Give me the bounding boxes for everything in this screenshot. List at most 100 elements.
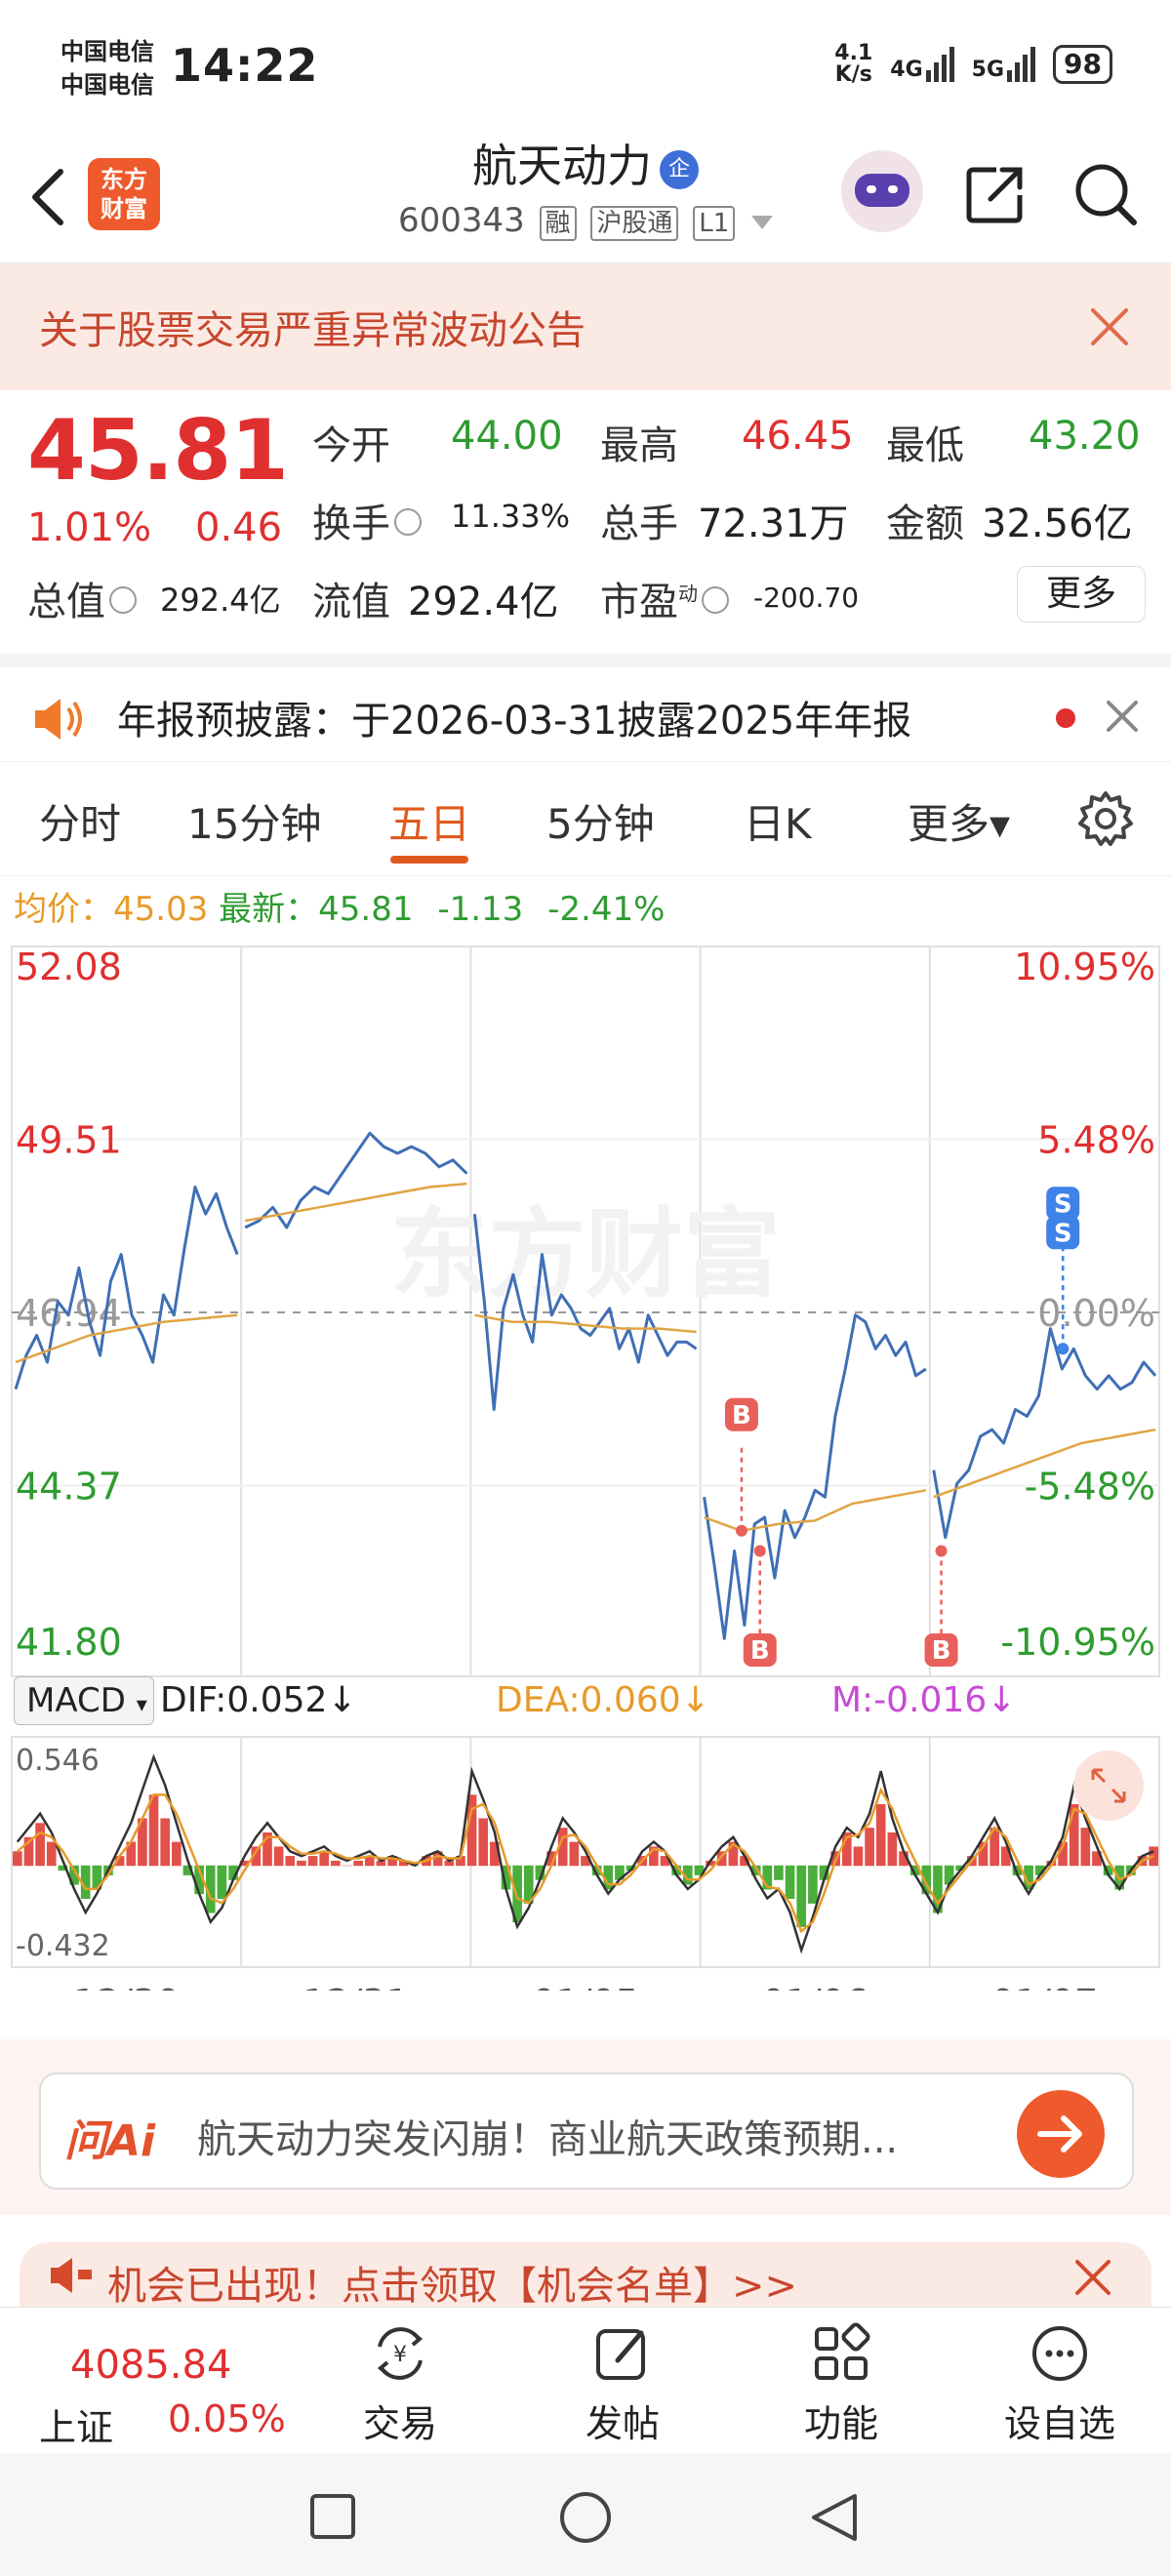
macd-bar <box>569 1841 580 1867</box>
recent-apps-icon[interactable] <box>308 2492 357 2541</box>
macd-bar <box>466 1794 477 1867</box>
notice-banner[interactable]: 关于股票交易严重异常波动公告 <box>0 263 1171 390</box>
chart-canvas[interactable]: 东方财富52.0849.5146.9444.3741.8010.95%5.48%… <box>0 937 1171 1991</box>
chart-tabs: 分时 15分钟 五日 5分钟 日K 更多▾ <box>0 761 1171 876</box>
status-bar: 中国电信 中国电信 14:22 4.1 K/s 4G 5G 98 <box>0 0 1171 137</box>
tab-five-day[interactable]: 五日 <box>388 791 470 851</box>
macd-min-label: -0.432 <box>16 1929 110 1963</box>
home-icon[interactable] <box>558 2490 613 2545</box>
unread-dot <box>1056 708 1075 728</box>
y-tick-label-pct: 5.48% <box>1037 1119 1155 1162</box>
macd-bar <box>217 1865 227 1900</box>
enterprise-badge: 企 <box>660 149 699 189</box>
avg-value: 45.03 <box>113 890 209 929</box>
float-label: 流值 <box>312 580 390 624</box>
macd-bar <box>13 1851 22 1867</box>
close-icon[interactable] <box>1071 2256 1114 2299</box>
y-tick-label-pct: -10.95% <box>1000 1621 1155 1664</box>
macd-bar <box>331 1860 341 1867</box>
active-tab-indicator <box>390 856 468 864</box>
marker-dot <box>753 1545 766 1557</box>
macd-bar <box>46 1841 57 1867</box>
close-icon[interactable] <box>1103 697 1142 736</box>
stock-header: 东方 财富 航天动力企 600343 融 沪股通 L1 <box>0 137 1171 263</box>
nav-label: 设自选 <box>1003 2402 1115 2445</box>
open-label: 今开 <box>312 423 390 468</box>
tab-daily-k[interactable]: 日K <box>744 791 812 851</box>
index-pct: 0.05% <box>168 2397 286 2440</box>
ai-section: 问Ai 航天动力突发闪崩！商业航天政策预期... <box>0 2039 1171 2215</box>
macd-bar <box>285 1856 296 1867</box>
more-button[interactable]: 更多 <box>1017 566 1146 623</box>
nav-label: 交易 <box>362 2402 437 2445</box>
avg-price-line <box>704 1489 927 1533</box>
ai-prompt-text[interactable]: 航天动力突发闪崩！商业航天政策预期... <box>197 2108 898 2164</box>
macd-bar <box>342 1865 352 1867</box>
trade-icon: ¥ <box>377 2327 424 2380</box>
amount-label: 金额 <box>886 502 964 546</box>
index-value: 4085.84 <box>70 2343 232 2388</box>
info-icon[interactable] <box>109 586 137 614</box>
tag-margin: 融 <box>539 206 577 241</box>
macd-bar <box>35 1823 45 1867</box>
latest-label: 最新： <box>219 890 319 929</box>
notice-text[interactable]: 关于股票交易严重异常波动公告 <box>39 299 586 355</box>
close-icon[interactable] <box>1085 302 1134 351</box>
y-tick-label: 52.08 <box>16 946 122 988</box>
macd-bar <box>808 1865 818 1904</box>
report-text[interactable]: 年报预披露：于2026-03-31披露2025年年报 <box>117 689 911 745</box>
signal-4g-icon: 4G <box>890 47 954 82</box>
x-tick-label: 01/07 <box>991 1982 1099 1991</box>
ai-question-bar[interactable]: 问Ai 航天动力突发闪崩！商业航天政策预期... <box>39 2073 1134 2190</box>
tab-5min[interactable]: 5分钟 <box>546 791 655 851</box>
macd-bar <box>478 1818 489 1867</box>
clock: 14:22 <box>171 39 319 92</box>
arrow-right-icon <box>1037 2115 1082 2153</box>
ai-assistant-avatar[interactable] <box>841 150 923 232</box>
system-nav-bar <box>0 2453 1171 2576</box>
macd-bar <box>172 1841 182 1867</box>
quote-panel: 45.81 1.01% 0.46 今开 44.00 最高 46.45 最低 43… <box>0 390 1171 644</box>
five-day-chart[interactable]: 东方财富 52.08 49.51 46.94 44.37 41.80 10.95% 5.48%… <box>0 937 1171 1991</box>
info-icon[interactable] <box>394 508 422 536</box>
volume-value: 72.31万 <box>698 502 849 546</box>
ai-go-button[interactable] <box>1017 2090 1105 2178</box>
search-icon[interactable] <box>1071 160 1140 228</box>
nav-functions[interactable]: 功能 <box>763 2321 919 2447</box>
nav-add-watchlist[interactable]: 设自选 <box>982 2321 1138 2447</box>
battery-icon: 98 <box>1053 45 1112 84</box>
marker-dot <box>1057 1343 1070 1355</box>
promo-banner[interactable]: 机会已出现！点击领取【机会名单】>> <box>20 2242 1151 2309</box>
carrier-label: 中国电信 中国电信 <box>61 38 154 99</box>
nav-post[interactable]: 发帖 <box>545 2321 701 2447</box>
status-icons: 4.1 K/s 4G 5G 98 <box>834 43 1112 86</box>
macd-bar <box>785 1865 795 1900</box>
macd-bar <box>353 1860 363 1867</box>
share-icon[interactable] <box>961 160 1030 228</box>
bottom-nav: 4085.84 上证 0.05% ¥ 交易 发帖 功能 设自选 <box>0 2307 1171 2453</box>
macd-selector[interactable]: MACD ▾ <box>14 1676 154 1725</box>
tab-15min[interactable]: 15分钟 <box>187 791 321 851</box>
info-icon[interactable] <box>702 586 729 614</box>
price-summary: 均价：45.03 最新：45.81 -1.13 -2.41% <box>14 882 665 930</box>
y-tick-label: 44.37 <box>16 1466 122 1509</box>
x-tick-label: 01/06 <box>761 1982 868 1991</box>
expand-icon <box>1073 1751 1144 1821</box>
back-icon[interactable] <box>808 2490 861 2545</box>
promo-text[interactable]: 机会已出现！点击领取【机会名单】>> <box>107 2254 797 2311</box>
report-notice[interactable]: 年报预披露：于2026-03-31披露2025年年报 <box>0 654 1171 761</box>
net-speed: 4.1 K/s <box>834 41 873 87</box>
turnover-value: 11.33% <box>451 498 571 535</box>
gear-icon[interactable] <box>1076 789 1135 848</box>
marker-label: S <box>1054 1219 1072 1248</box>
tag-level: L1 <box>693 206 736 241</box>
price-line <box>14 1186 239 1390</box>
nav-label: 功能 <box>803 2402 878 2445</box>
high-label: 最高 <box>600 423 678 468</box>
marker-label: B <box>732 1401 751 1430</box>
volume-label: 总手 <box>600 502 678 546</box>
tab-intraday[interactable]: 分时 <box>39 791 121 851</box>
nav-trade[interactable]: ¥ 交易 <box>322 2321 478 2447</box>
tab-more[interactable]: 更多▾ <box>908 791 1010 851</box>
marker-dot <box>735 1524 747 1537</box>
